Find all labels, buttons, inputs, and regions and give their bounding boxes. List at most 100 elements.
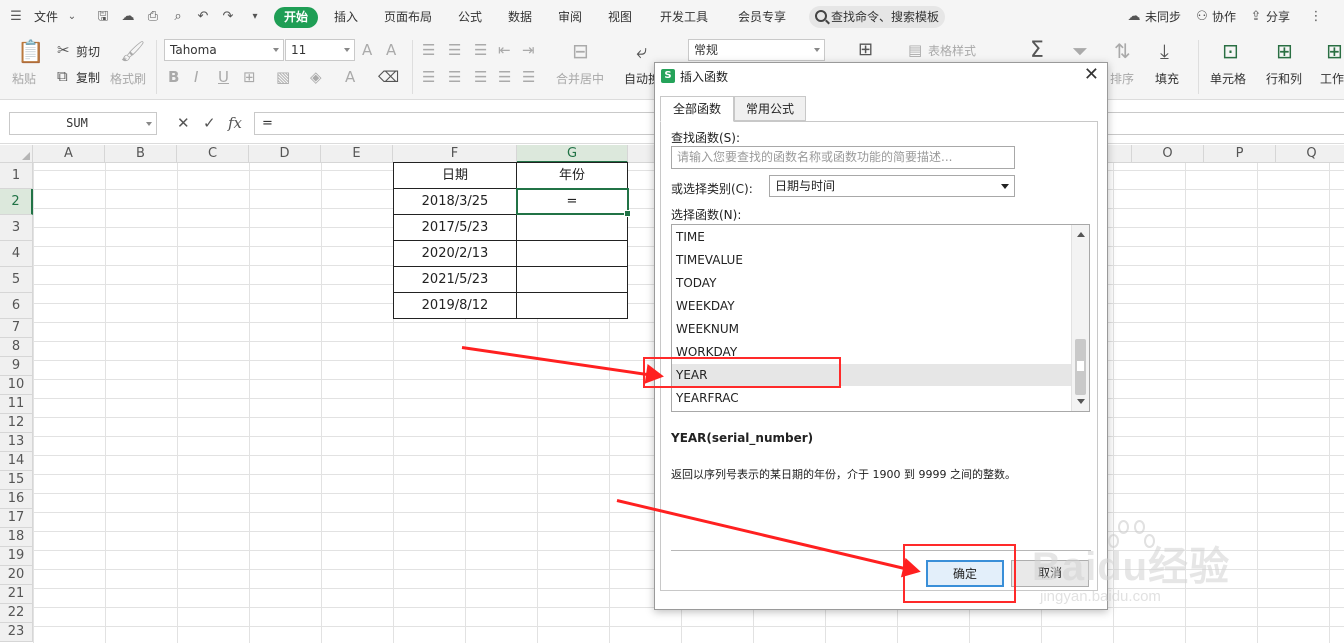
cloud-sync-icon[interactable]: ☁ xyxy=(1126,9,1142,25)
font-color-icon[interactable]: A xyxy=(345,69,355,85)
header-cell-year[interactable]: 年份 xyxy=(517,162,628,189)
tab-member[interactable]: 会员专享 xyxy=(738,8,786,26)
cell-button[interactable]: 单元格 xyxy=(1210,70,1246,87)
name-box[interactable]: SUM xyxy=(9,112,157,135)
category-select[interactable]: 日期与时间 xyxy=(769,175,1015,197)
align-left-icon[interactable]: ☰ xyxy=(422,69,435,85)
function-list-scrollbar[interactable] xyxy=(1071,225,1089,411)
dialog-title-bar[interactable]: S 插入函数 ✕ xyxy=(655,63,1107,89)
cloud-save-icon[interactable]: ☁ xyxy=(120,9,136,25)
table-icon[interactable]: ⊞ xyxy=(858,41,873,59)
row-header-12[interactable]: 12 xyxy=(0,414,33,433)
copy-button[interactable]: 复制 xyxy=(76,69,100,86)
row-column-icon[interactable]: ⊞ xyxy=(1276,40,1293,62)
clear-icon[interactable]: ⌫ xyxy=(378,69,399,85)
align-center-icon[interactable]: ☰ xyxy=(448,69,461,85)
fill-button[interactable]: 填充 xyxy=(1155,70,1179,87)
select-all-corner[interactable] xyxy=(0,145,33,163)
print-preview-icon[interactable]: ⌕ xyxy=(170,9,186,25)
wrap-text-icon[interactable]: ⤶ xyxy=(636,40,647,62)
year-cell[interactable] xyxy=(517,215,628,241)
font-name-select[interactable]: Tahoma xyxy=(164,39,284,61)
search-function-input[interactable]: 请输入您要查找的函数名称或函数功能的简要描述... xyxy=(671,146,1015,169)
close-icon[interactable]: ✕ xyxy=(1084,65,1099,85)
cut-button[interactable]: 剪切 xyxy=(76,43,100,60)
row-header-7[interactable]: 7 xyxy=(0,319,33,338)
column-header-p[interactable]: P xyxy=(1204,145,1276,163)
tab-data[interactable]: 数据 xyxy=(508,8,532,26)
confirm-formula-icon[interactable]: ✓ xyxy=(203,114,216,132)
share-button[interactable]: 分享 xyxy=(1266,8,1290,26)
insert-function-icon[interactable]: fx xyxy=(228,114,242,132)
format-painter-button[interactable]: 格式刷 xyxy=(110,70,146,87)
worksheet-button[interactable]: 工作 xyxy=(1320,70,1344,87)
fill-color-icon[interactable]: ◈ xyxy=(310,69,322,85)
print-icon[interactable]: ⎙ xyxy=(145,9,161,25)
align-middle-icon[interactable]: ☰ xyxy=(448,42,461,58)
year-cell[interactable] xyxy=(517,241,628,267)
date-cell[interactable]: 2020/2/13 xyxy=(393,241,517,267)
paste-button[interactable]: 粘贴 xyxy=(12,70,36,87)
tab-all-functions[interactable]: 全部函数 xyxy=(660,96,734,122)
tab-developer[interactable]: 开发工具 xyxy=(660,8,708,26)
row-header-10[interactable]: 10 xyxy=(0,376,33,395)
tab-review[interactable]: 审阅 xyxy=(558,8,582,26)
tab-home[interactable]: 开始 xyxy=(274,7,318,28)
underline-icon[interactable]: U xyxy=(218,69,229,85)
decrease-font-icon[interactable]: A xyxy=(386,42,396,58)
column-header-d[interactable]: D xyxy=(249,145,321,163)
row-header-5[interactable]: 5 xyxy=(0,267,33,293)
column-header-e[interactable]: E xyxy=(321,145,393,163)
undo-icon[interactable]: ↶ xyxy=(195,9,211,25)
file-menu[interactable]: 文件 xyxy=(34,8,58,26)
tab-view[interactable]: 视图 xyxy=(608,8,632,26)
align-right-icon[interactable]: ☰ xyxy=(474,69,487,85)
sync-status[interactable]: 未同步 xyxy=(1145,8,1181,26)
number-format-select[interactable]: 常规 xyxy=(688,39,825,61)
column-header-c[interactable]: C xyxy=(177,145,249,163)
increase-font-icon[interactable]: A xyxy=(362,42,372,58)
indent-increase-icon[interactable]: ⇥ xyxy=(522,42,535,58)
year-cell[interactable] xyxy=(517,293,628,319)
tab-common-formulas[interactable]: 常用公式 xyxy=(734,96,806,121)
row-header-19[interactable]: 19 xyxy=(0,547,33,566)
cancel-formula-icon[interactable]: ✕ xyxy=(177,114,190,132)
merge-center-icon[interactable]: ⊟ xyxy=(572,40,589,62)
save-icon[interactable]: 🖫 xyxy=(95,9,111,25)
scrollbar-thumb[interactable] xyxy=(1075,339,1086,395)
scissors-icon[interactable]: ✂ xyxy=(57,42,70,58)
italic-icon[interactable]: I xyxy=(194,69,198,85)
row-header-2[interactable]: 2 xyxy=(0,189,33,215)
row-header-14[interactable]: 14 xyxy=(0,452,33,471)
row-header-17[interactable]: 17 xyxy=(0,509,33,528)
tab-insert[interactable]: 插入 xyxy=(334,8,358,26)
copy-icon[interactable]: ⧉ xyxy=(57,68,68,84)
indent-decrease-icon[interactable]: ⇤ xyxy=(498,42,511,58)
column-header-o[interactable]: O xyxy=(1132,145,1204,163)
row-header-13[interactable]: 13 xyxy=(0,433,33,452)
date-cell[interactable]: 2021/5/23 xyxy=(393,267,517,293)
menu-icon[interactable]: ☰ xyxy=(8,9,24,25)
more-icon[interactable]: ⋮ xyxy=(1308,9,1324,25)
row-header-6[interactable]: 6 xyxy=(0,293,33,319)
row-header-22[interactable]: 22 xyxy=(0,604,33,623)
row-header-9[interactable]: 9 xyxy=(0,357,33,376)
list-item[interactable]: TIME xyxy=(672,226,1072,248)
justify-icon[interactable]: ☰ xyxy=(498,69,511,85)
column-header-f[interactable]: F xyxy=(393,145,517,163)
autosum-icon[interactable]: Σ xyxy=(1030,40,1044,62)
row-header-21[interactable]: 21 xyxy=(0,585,33,604)
bold-icon[interactable]: B xyxy=(168,69,179,85)
row-header-8[interactable]: 8 xyxy=(0,338,33,357)
row-header-11[interactable]: 11 xyxy=(0,395,33,414)
distributed-icon[interactable]: ☰ xyxy=(522,69,535,85)
cell-style-icon[interactable]: ▧ xyxy=(276,69,290,85)
date-cell[interactable]: 2017/5/23 xyxy=(393,215,517,241)
column-header-a[interactable]: A xyxy=(33,145,105,163)
list-item[interactable]: TIMEVALUE xyxy=(672,249,1072,271)
row-header-3[interactable]: 3 xyxy=(0,215,33,241)
tab-page-layout[interactable]: 页面布局 xyxy=(384,8,432,26)
row-header-16[interactable]: 16 xyxy=(0,490,33,509)
font-size-select[interactable]: 11 xyxy=(285,39,355,61)
column-header-g[interactable]: G xyxy=(517,145,628,163)
